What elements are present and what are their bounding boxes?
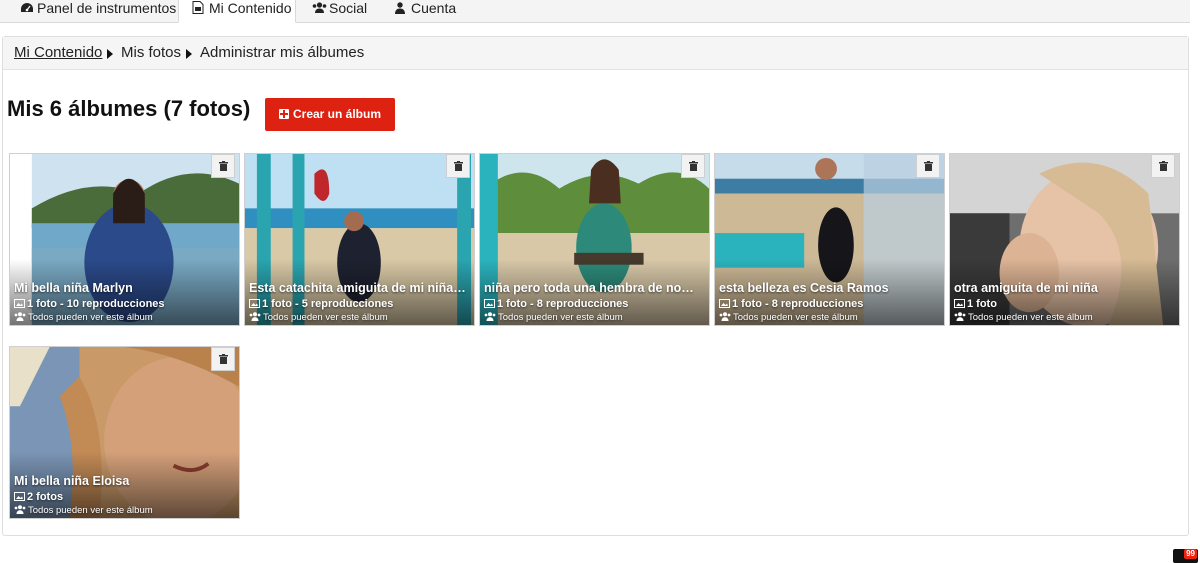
notification-widget[interactable]: 99	[1173, 549, 1198, 563]
album-visibility-text: Todos pueden ver este álbum	[498, 312, 623, 323]
breadcrumb-item-current: Administrar mis álbumes	[200, 44, 365, 61]
album-stats-text: 1 foto - 10 reproducciones	[27, 298, 165, 310]
album-visibility-text: Todos pueden ver este álbum	[263, 312, 388, 323]
breadcrumb-item-mis-fotos[interactable]: Mis fotos	[121, 44, 181, 61]
tab-dashboard[interactable]: Panel de instrumentos	[20, 0, 176, 22]
delete-album-button[interactable]	[1151, 154, 1175, 178]
album-card[interactable]: esta belleza es Cesia Ramos 1 foto - 8 r…	[714, 153, 945, 326]
breadcrumb-link-mi-contenido[interactable]: Mi Contenido	[14, 44, 102, 61]
trash-icon	[219, 354, 228, 364]
album-stats-text: 1 foto - 8 reproducciones	[732, 298, 864, 310]
album-visibility: Todos pueden ver este álbum	[484, 312, 623, 323]
album-stats-text: 1 foto	[967, 298, 997, 310]
users-icon	[14, 312, 26, 321]
album-title[interactable]: Mi bella niña Eloisa	[14, 474, 234, 488]
delete-album-button[interactable]	[446, 154, 470, 178]
album-title[interactable]: esta belleza es Cesia Ramos	[719, 281, 939, 295]
album-stats: 1 foto - 10 reproducciones	[14, 298, 165, 310]
album-visibility-text: Todos pueden ver este álbum	[968, 312, 1093, 323]
image-icon	[484, 299, 495, 308]
album-stats: 1 foto	[954, 298, 997, 310]
album-visibility: Todos pueden ver este álbum	[954, 312, 1093, 323]
top-tab-bar: Panel de instrumentos Mi Contenido Socia…	[0, 0, 1190, 23]
album-visibility: Todos pueden ver este álbum	[14, 505, 153, 516]
album-title[interactable]: niña pero toda una hembra de nomb...	[484, 281, 704, 295]
image-icon	[719, 299, 730, 308]
album-title[interactable]: Mi bella niña Marlyn	[14, 281, 234, 295]
trash-icon	[689, 161, 698, 171]
trash-icon	[219, 161, 228, 171]
dashboard-icon	[20, 2, 34, 14]
album-stats-text: 2 fotos	[27, 491, 64, 503]
album-card[interactable]: Esta catachita amiguita de mi niña s... …	[244, 153, 475, 326]
document-icon	[192, 1, 206, 14]
tab-label: Mi Contenido	[209, 0, 292, 16]
users-icon	[249, 312, 261, 321]
delete-album-button[interactable]	[211, 154, 235, 178]
album-stats: 1 foto - 8 reproducciones	[484, 298, 628, 310]
album-card[interactable]: Mi bella niña Marlyn 1 foto - 10 reprodu…	[9, 153, 240, 326]
page-title: Mis 6 álbumes (7 fotos)	[7, 96, 251, 121]
trash-icon	[924, 161, 933, 171]
tab-social[interactable]: Social	[312, 0, 367, 22]
image-icon	[954, 299, 965, 308]
tab-label: Social	[329, 0, 368, 16]
delete-album-button[interactable]	[916, 154, 940, 178]
tab-cuenta[interactable]: Cuenta	[394, 0, 456, 22]
image-icon	[249, 299, 260, 308]
users-icon	[312, 2, 327, 14]
album-card[interactable]: Mi bella niña Eloisa 2 fotos Todos puede…	[9, 346, 240, 519]
create-album-label: Crear un álbum	[292, 107, 382, 121]
tab-mi-contenido[interactable]: Mi Contenido	[178, 0, 296, 23]
plus-square-icon	[278, 109, 289, 119]
album-visibility: Todos pueden ver este álbum	[14, 312, 153, 323]
album-stats: 1 foto - 5 reproducciones	[249, 298, 393, 310]
breadcrumb: Mi Contenido Mis fotos Administrar mis á…	[3, 37, 1188, 70]
users-icon	[719, 312, 731, 321]
tab-label: Cuenta	[411, 0, 457, 16]
album-card[interactable]: otra amiguita de mi niña 1 foto Todos pu…	[949, 153, 1180, 326]
album-visibility: Todos pueden ver este álbum	[249, 312, 388, 323]
delete-album-button[interactable]	[681, 154, 705, 178]
caret-right-icon	[107, 49, 113, 59]
users-icon	[954, 312, 966, 321]
album-visibility-text: Todos pueden ver este álbum	[28, 312, 153, 323]
image-icon	[14, 299, 25, 308]
image-icon	[14, 492, 25, 501]
album-visibility-text: Todos pueden ver este álbum	[733, 312, 858, 323]
album-card[interactable]: niña pero toda una hembra de nomb... 1 f…	[479, 153, 710, 326]
trash-icon	[1159, 161, 1168, 171]
create-album-button[interactable]: Crear un álbum	[265, 98, 395, 131]
users-icon	[14, 505, 26, 514]
tab-label: Panel de instrumentos	[37, 0, 177, 16]
notification-count: 99	[1184, 549, 1197, 559]
user-icon	[394, 2, 408, 14]
trash-icon	[454, 161, 463, 171]
album-title[interactable]: otra amiguita de mi niña	[954, 281, 1174, 295]
album-visibility: Todos pueden ver este álbum	[719, 312, 858, 323]
delete-album-button[interactable]	[211, 347, 235, 371]
album-stats-text: 1 foto - 8 reproducciones	[497, 298, 629, 310]
album-visibility-text: Todos pueden ver este álbum	[28, 505, 153, 516]
album-stats: 2 fotos	[14, 491, 63, 503]
caret-right-icon	[186, 49, 192, 59]
users-icon	[484, 312, 496, 321]
album-stats: 1 foto - 8 reproducciones	[719, 298, 863, 310]
album-stats-text: 1 foto - 5 reproducciones	[262, 298, 394, 310]
album-title[interactable]: Esta catachita amiguita de mi niña s...	[249, 281, 469, 295]
